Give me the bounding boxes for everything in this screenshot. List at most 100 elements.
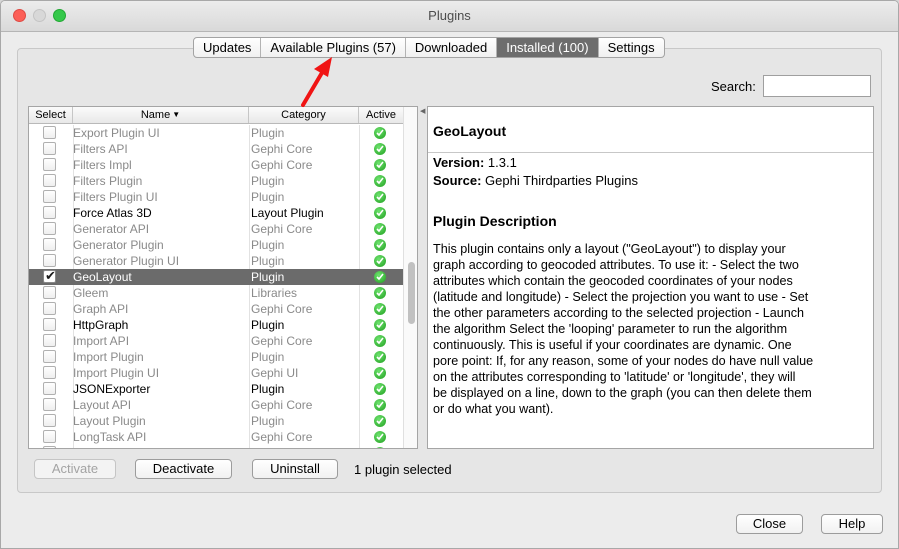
title-bar: Plugins: [1, 1, 898, 32]
plugin-category: Gephi UI: [251, 366, 299, 380]
select-checkbox[interactable]: [43, 254, 56, 267]
tab-settings[interactable]: Settings: [599, 38, 664, 57]
column-header-name-label: Name: [140, 109, 171, 121]
select-checkbox[interactable]: [43, 174, 56, 187]
search-label: Search:: [711, 79, 756, 94]
plugin-category: Gephi Core: [251, 158, 313, 172]
plugin-source-label: Source:: [433, 173, 482, 188]
plugin-name: [73, 445, 249, 448]
active-check-icon: [374, 159, 386, 171]
table-row[interactable]: Import API Gephi Core: [29, 333, 403, 349]
table-row[interactable]: HttpGraph Plugin: [29, 317, 403, 333]
help-button[interactable]: Help: [821, 514, 883, 534]
select-checkbox[interactable]: [43, 382, 56, 395]
plugin-category: Plugin: [251, 174, 285, 188]
splitter-collapse-icon[interactable]: ◀: [420, 107, 425, 115]
tab-bar: Updates Available Plugins (57) Downloade…: [193, 37, 665, 58]
table-row[interactable]: Export Plugin UI Plugin: [29, 125, 403, 141]
table-row[interactable]: ✔ GeoLayout Plugin: [29, 269, 403, 285]
active-check-icon: [374, 303, 386, 315]
select-checkbox[interactable]: [43, 190, 56, 203]
search-input[interactable]: [763, 75, 871, 97]
select-checkbox[interactable]: [43, 414, 56, 427]
active-check-icon: [374, 431, 386, 443]
plugin-name: Import Plugin: [73, 350, 144, 364]
select-checkbox[interactable]: [43, 222, 56, 235]
plugin-category: Plugin: [251, 414, 285, 428]
table-row[interactable]: LongTask API Gephi Core: [29, 429, 403, 445]
plugin-name: Generator API: [73, 222, 150, 236]
table-row[interactable]: Filters Impl Gephi Core: [29, 157, 403, 173]
table-row[interactable]: Layout API Gephi Core: [29, 397, 403, 413]
select-checkbox[interactable]: [43, 430, 56, 443]
active-check-icon: [374, 223, 386, 235]
plugin-category: Plugin: [251, 318, 285, 332]
table-body: Export Plugin UI Plugin Filters API Gephi C…: [29, 125, 403, 448]
plugin-category: Plugin: [251, 270, 285, 284]
table-row[interactable]: Force Atlas 3D Layout Plugin: [29, 205, 403, 221]
plugin-name: Graph API: [73, 302, 129, 316]
select-checkbox[interactable]: [43, 350, 56, 363]
active-check-icon: [374, 415, 386, 427]
select-checkbox[interactable]: [43, 126, 56, 139]
select-checkbox[interactable]: [43, 238, 56, 251]
plugin-source-value: Gephi Thirdparties Plugins: [485, 173, 638, 188]
plugin-detail-panel: GeoLayout Version: 1.3.1 Source: Gephi T…: [427, 106, 874, 449]
table-row[interactable]: Generator Plugin Plugin: [29, 237, 403, 253]
table-row[interactable]: Generator Plugin UI Plugin: [29, 253, 403, 269]
select-checkbox[interactable]: [43, 446, 56, 448]
plugin-name: Force Atlas 3D: [73, 206, 152, 220]
table-row[interactable]: JSONExporter Plugin: [29, 381, 403, 397]
tab-installed[interactable]: Installed (100): [497, 38, 599, 57]
close-button[interactable]: Close: [736, 514, 803, 534]
plugin-category: Gephi Core: [251, 302, 313, 316]
tab-downloaded[interactable]: Downloaded: [406, 38, 498, 57]
tab-available-plugins[interactable]: Available Plugins (57): [261, 38, 406, 57]
active-check-icon: [374, 127, 386, 139]
table-scrollbar[interactable]: [403, 107, 417, 448]
deactivate-button[interactable]: Deactivate: [135, 459, 232, 479]
active-check-icon: [374, 255, 386, 267]
table-row[interactable]: Layout Plugin Plugin: [29, 413, 403, 429]
select-checkbox[interactable]: [43, 366, 56, 379]
select-checkbox[interactable]: [43, 302, 56, 315]
plugin-name: Layout Plugin: [73, 414, 146, 428]
tab-updates[interactable]: Updates: [194, 38, 262, 57]
select-checkbox[interactable]: [43, 334, 56, 347]
column-header-active[interactable]: Active: [359, 107, 403, 123]
table-row[interactable]: Filters Plugin Plugin: [29, 173, 403, 189]
table-row[interactable]: Filters Plugin UI Plugin: [29, 189, 403, 205]
plugin-category: Gephi Core: [251, 430, 313, 444]
table-row[interactable]: Import Plugin UI Gephi UI: [29, 365, 403, 381]
select-checkbox[interactable]: [43, 398, 56, 411]
table-row[interactable]: Gleem Libraries: [29, 285, 403, 301]
uninstall-button[interactable]: Uninstall: [252, 459, 338, 479]
plugin-category: Plugin: [251, 254, 285, 268]
plugin-name: Filters API: [73, 142, 128, 156]
active-check-icon: [374, 207, 386, 219]
table-row[interactable]: Generator API Gephi Core: [29, 221, 403, 237]
column-header-name[interactable]: Name ▼: [73, 107, 249, 123]
plugin-category: Layout Plugin: [251, 206, 324, 220]
select-checkbox[interactable]: [43, 318, 56, 331]
select-checkbox[interactable]: ✔: [43, 270, 56, 283]
table-row[interactable]: Import Plugin Plugin: [29, 349, 403, 365]
sort-descending-icon: ▼: [172, 110, 181, 119]
active-check-icon: [374, 351, 386, 363]
plugin-category: Gephi Core: [251, 398, 313, 412]
plugin-name: Import API: [73, 334, 130, 348]
column-header-select[interactable]: Select: [29, 107, 73, 123]
select-checkbox[interactable]: [43, 206, 56, 219]
activate-button[interactable]: Activate: [34, 459, 116, 479]
active-check-icon: [374, 287, 386, 299]
table-row[interactable]: Filters API Gephi Core: [29, 141, 403, 157]
active-check-icon: [374, 367, 386, 379]
select-checkbox[interactable]: [43, 158, 56, 171]
active-check-icon: [374, 383, 386, 395]
table-row[interactable]: [29, 445, 403, 448]
table-row[interactable]: Graph API Gephi Core: [29, 301, 403, 317]
select-checkbox[interactable]: [43, 286, 56, 299]
column-header-category[interactable]: Category: [249, 107, 359, 123]
table-scrollbar-thumb[interactable]: [408, 262, 415, 324]
select-checkbox[interactable]: [43, 142, 56, 155]
